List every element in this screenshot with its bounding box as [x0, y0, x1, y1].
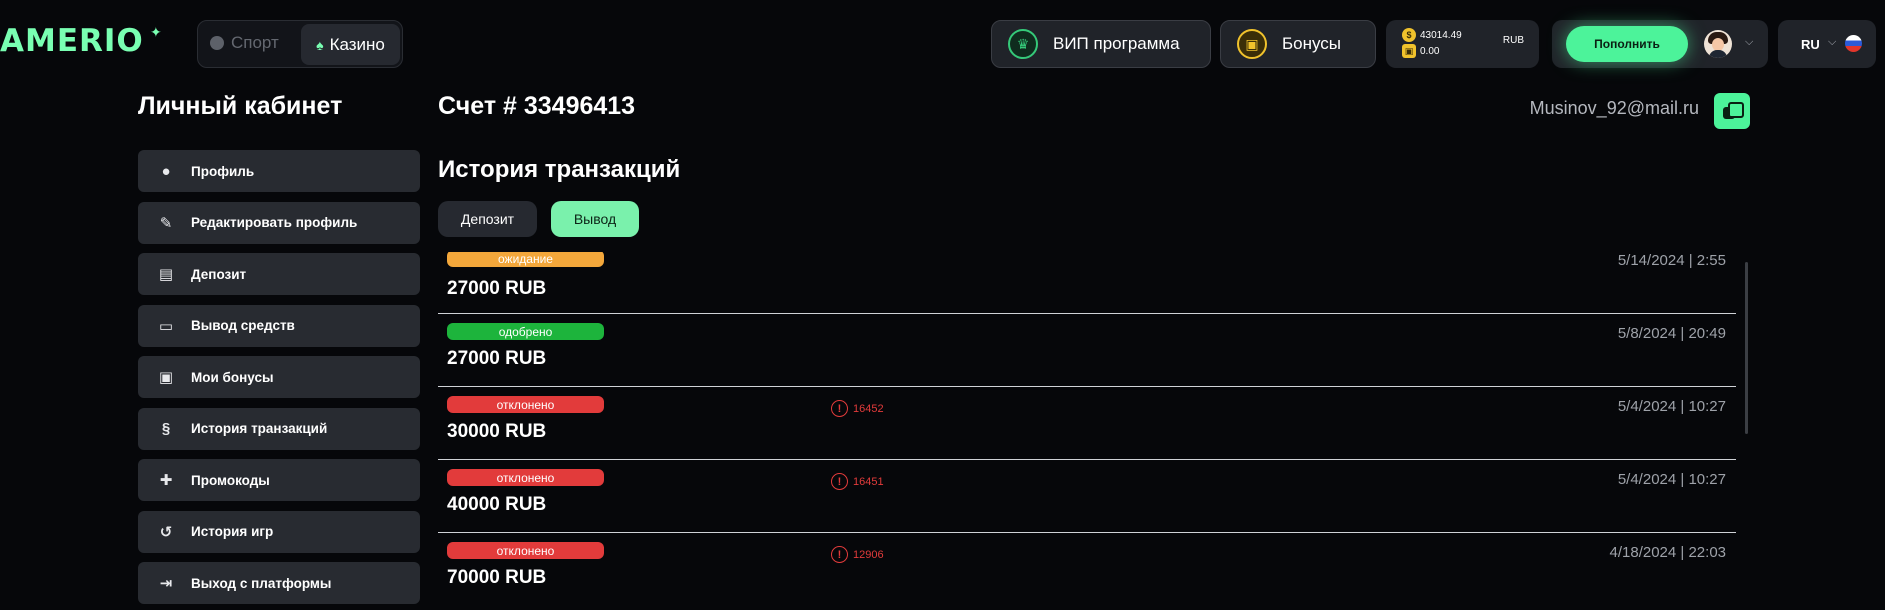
status-badge: отклонено: [447, 469, 604, 486]
transaction-date: 5/4/2024 | 10:27: [1617, 398, 1726, 415]
transaction-date: 4/18/2024 | 22:03: [1609, 544, 1727, 561]
sidebar-item-label: Редактировать профиль: [191, 215, 358, 230]
bonus-gift-icon: ▣: [1402, 44, 1416, 58]
mode-casino-label: Казино: [329, 34, 385, 54]
balance-currency: RUB: [1502, 35, 1524, 46]
alert-icon: !: [831, 473, 848, 490]
transaction-list-scrollbar[interactable]: [1745, 262, 1748, 434]
tab-deposit[interactable]: Депозит: [438, 201, 537, 237]
transaction-date: 5/4/2024 | 10:27: [1617, 471, 1726, 488]
sidebar-item-withdraw[interactable]: ▭ Вывод средств: [138, 304, 420, 347]
deposit-user-group: Пополнить ⌵: [1552, 20, 1768, 68]
copy-button[interactable]: [1714, 93, 1750, 129]
language-chevron-icon: ⌵: [1828, 36, 1837, 48]
vip-program-label: ВИП программа: [1053, 34, 1180, 53]
transaction-row: одобрено 27000 RUB 5/8/2024 | 20:49: [438, 314, 1736, 387]
mode-switch: Спорт ♠ Казино: [197, 20, 403, 68]
main-balance-value: 43014.49: [1420, 29, 1462, 41]
sidebar-item-label: Вывод средств: [191, 318, 295, 333]
tab-withdraw[interactable]: Вывод: [551, 201, 639, 237]
sidebar-item-game-history[interactable]: ↺ История игр: [138, 510, 420, 553]
transaction-date: 5/8/2024 | 20:49: [1617, 325, 1726, 342]
bonuses-button[interactable]: ▣ Бонусы: [1220, 20, 1376, 68]
card-withdraw-icon: ▭: [158, 317, 174, 335]
bonuses-label: Бонусы: [1282, 34, 1342, 53]
transaction-amount: 30000 RUB: [447, 421, 547, 442]
sidebar-item-label: История транзакций: [191, 421, 328, 436]
rejection-info[interactable]: ! 12906: [831, 546, 884, 563]
sidebar-item-label: Депозит: [191, 266, 247, 282]
spade-icon: ♠: [316, 36, 324, 53]
alert-icon: !: [831, 400, 848, 417]
transaction-amount: 27000 RUB: [447, 348, 547, 369]
mode-casino-tab[interactable]: ♠ Казино: [301, 24, 400, 65]
transaction-row: отклонено 70000 RUB ! 12906 4/18/2024 | …: [438, 533, 1736, 606]
balance-widget[interactable]: $ 43014.49 ▣ 0.00 RUB: [1386, 20, 1539, 68]
sidebar-item-label: Мои бонусы: [191, 369, 274, 385]
status-badge: ожидание: [447, 252, 604, 267]
receipt-icon: §: [161, 420, 171, 437]
logo[interactable]: AMERIO: [0, 26, 144, 57]
language-selector[interactable]: RU ⌵: [1778, 20, 1876, 68]
gift-icon: ▣: [158, 369, 174, 386]
transaction-amount: 70000 RUB: [447, 567, 547, 588]
sidebar-item-promocodes[interactable]: ✚ Промокоды: [138, 459, 420, 501]
sidebar-item-label: Профиль: [191, 163, 255, 179]
sidebar-item-edit-profile[interactable]: ✎ Редактировать профиль: [138, 201, 420, 244]
alert-icon: !: [831, 546, 848, 563]
avatar[interactable]: [1704, 30, 1732, 58]
rejection-code: 12906: [853, 548, 884, 561]
logo-sparkle-icon: ✦: [150, 24, 162, 40]
rejection-code: 16452: [853, 402, 884, 415]
sidebar-item-transaction-history[interactable]: § История транзакций: [138, 407, 420, 450]
soccer-ball-icon: [210, 36, 224, 50]
rejection-info[interactable]: ! 16451: [831, 473, 884, 490]
sidebar-item-label: Промокоды: [191, 472, 270, 488]
coin-icon: $: [1402, 28, 1416, 42]
transaction-row: отклонено 30000 RUB ! 16452 5/4/2024 | 1…: [438, 387, 1736, 460]
sidebar: ● Профиль ✎ Редактировать профиль ▤ Депо…: [138, 150, 420, 610]
sidebar-item-label: История игр: [191, 524, 274, 539]
mode-sport-tab[interactable]: Спорт: [210, 33, 279, 53]
top-up-button[interactable]: Пополнить: [1566, 26, 1688, 62]
vip-icon: ♛: [1008, 29, 1038, 59]
transaction-amount: 40000 RUB: [447, 494, 547, 515]
main-balance: $ 43014.49: [1402, 28, 1462, 42]
account-number-title: Счет # 33496413: [438, 92, 636, 120]
user-icon: ●: [161, 162, 171, 180]
gift-icon: ▣: [1237, 29, 1267, 59]
user-edit-icon: ✎: [159, 214, 173, 232]
status-badge: одобрено: [447, 323, 604, 340]
language-code: RU: [1801, 36, 1820, 52]
status-badge: отклонено: [447, 542, 604, 559]
transaction-list: ожидание 27000 RUB 5/14/2024 | 2:55 одоб…: [438, 252, 1736, 610]
user-email: Musinov_92@mail.ru: [1529, 98, 1699, 118]
transaction-amount: 27000 RUB: [447, 278, 547, 299]
transaction-row: отклонено 40000 RUB ! 16451 5/4/2024 | 1…: [438, 460, 1736, 533]
vip-program-button[interactable]: ♛ ВИП программа: [991, 20, 1211, 68]
chevron-down-icon[interactable]: ⌵: [1745, 36, 1753, 49]
rejection-info[interactable]: ! 16452: [831, 400, 884, 417]
transaction-date: 5/14/2024 | 2:55: [1617, 252, 1726, 269]
logout-icon: ⇥: [159, 575, 173, 592]
transaction-row: ожидание 27000 RUB 5/14/2024 | 2:55: [438, 252, 1736, 314]
status-badge: отклонено: [447, 396, 604, 413]
transaction-history-title: История транзакций: [438, 156, 681, 183]
sidebar-item-deposit[interactable]: ▤ Депозит: [138, 253, 420, 295]
sidebar-item-logout[interactable]: ⇥ Выход с платформы: [138, 562, 420, 604]
cabinet-title: Личный кабинет: [138, 92, 343, 120]
sidebar-item-profile[interactable]: ● Профиль: [138, 150, 420, 192]
wallet-icon: ▤: [158, 266, 174, 283]
russia-flag-icon: [1845, 35, 1862, 52]
mode-sport-label: Спорт: [231, 33, 279, 52]
bonus-balance-value: 0.00: [1420, 45, 1440, 57]
bonus-balance: ▣ 0.00: [1402, 44, 1439, 58]
sidebar-item-bonuses[interactable]: ▣ Мои бонусы: [138, 356, 420, 398]
copy-icon: [1723, 102, 1744, 120]
history-icon: ↺: [159, 523, 173, 541]
sidebar-item-label: Выход с платформы: [191, 575, 332, 591]
page: AMERIO ✦ Спорт ♠ Казино ♛ ВИП программа …: [0, 0, 1885, 610]
rejection-code: 16451: [853, 475, 884, 488]
puzzle-icon: ✚: [159, 472, 173, 489]
